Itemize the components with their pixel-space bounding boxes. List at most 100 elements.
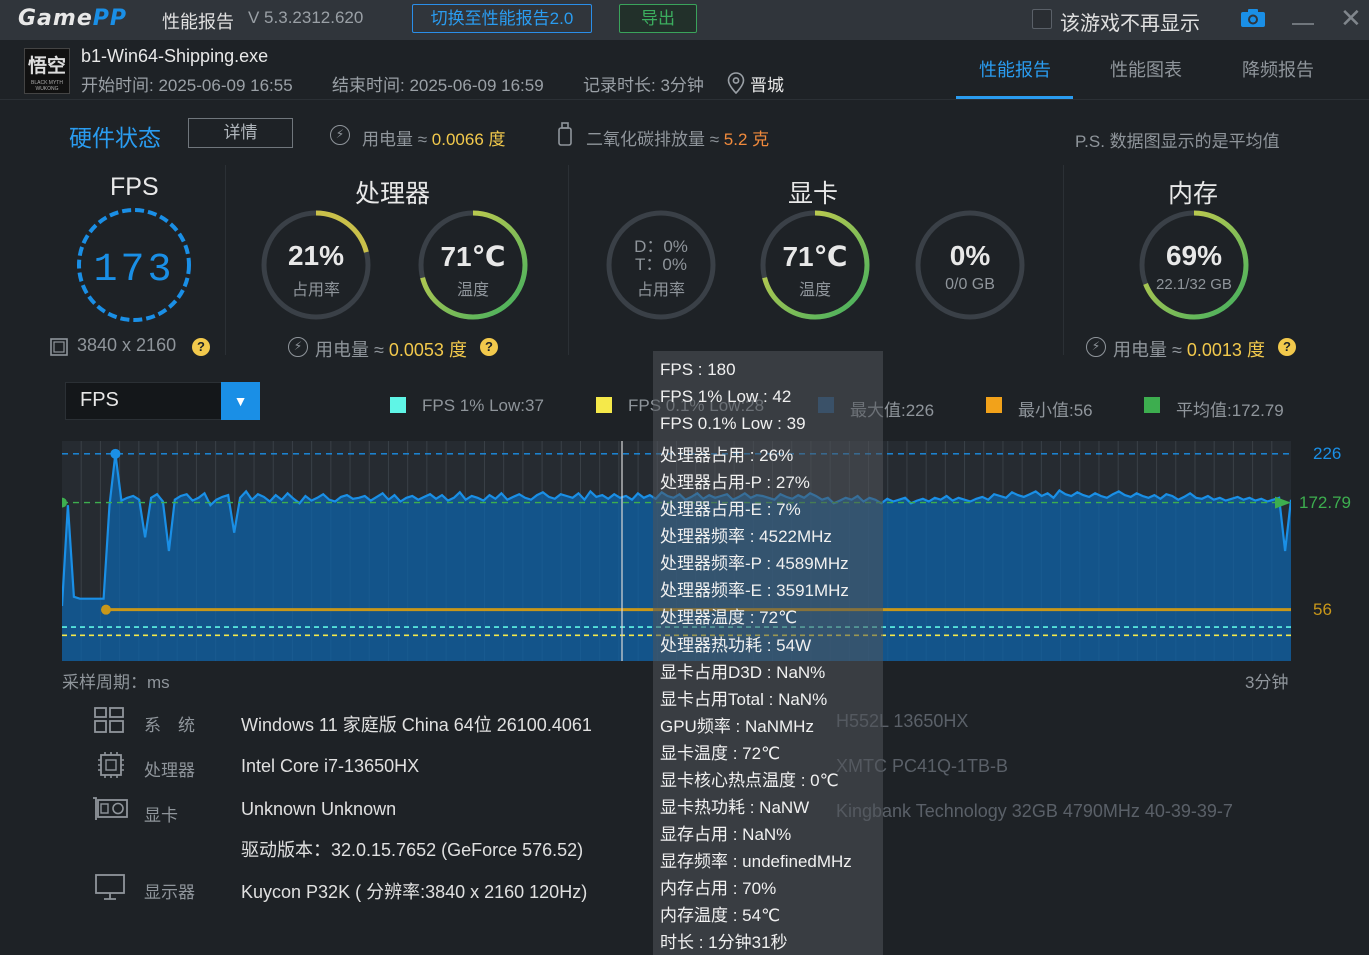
co2-icon xyxy=(558,122,572,146)
windows-system-icon xyxy=(94,707,124,733)
tooltip-line: GPU频率 : NaNMHz xyxy=(660,716,814,736)
gpu-temp-value: 71℃ xyxy=(782,241,848,272)
tooltip-line: 显卡核心热点温度 : 0℃ xyxy=(660,770,839,790)
cpu-usage-label: 占用率 xyxy=(291,282,340,299)
tab-throttle-report[interactable]: 降频报告 xyxy=(1242,56,1314,82)
memory-power-stat: 用电量 ≈ 0.0013 度 xyxy=(1113,340,1265,360)
tooltip-line: 处理器温度 : 72℃ xyxy=(660,608,798,628)
cpu-temp-value: 71℃ xyxy=(440,241,506,272)
window-title: 性能报告 xyxy=(162,12,234,32)
duration-axis-label: 3分钟 xyxy=(1245,673,1289,692)
driver-version: 驱动版本：32.0.15.7652 (GeForce 576.52) xyxy=(241,840,584,860)
gpu-label: 显卡 xyxy=(144,806,178,825)
cpu-usage-value: 21% xyxy=(287,240,345,271)
resolution-label: 3840 x 2160 xyxy=(77,335,177,355)
detail-button[interactable]: 详情 xyxy=(188,118,293,148)
version-label: V 5.3.2312.620 xyxy=(248,8,364,27)
section-divider xyxy=(568,165,569,355)
resolution-icon xyxy=(50,338,68,356)
tooltip-line: 处理器频率 : 4522MHz xyxy=(660,527,832,547)
tooltip-line: 处理器热功耗 : 54W xyxy=(660,635,812,655)
tooltip-line: 显卡占用Total : NaN% xyxy=(660,689,828,709)
close-icon[interactable]: ✕ xyxy=(1340,5,1362,31)
gpu-section-title: 显卡 xyxy=(788,180,839,208)
cpu-power-stat: 用电量 ≈ 0.0053 度 xyxy=(315,340,467,360)
camera-icon[interactable] xyxy=(1240,8,1266,28)
vram-usage-label: 0/0 GB xyxy=(945,276,995,293)
tooltip-line: 处理器占用-P : 27% xyxy=(660,473,810,493)
start-time: 开始时间: 2025-06-09 16:55 xyxy=(81,76,293,95)
tooltip-line: 内存温度 : 54℃ xyxy=(660,906,781,925)
ps-note: P.S. 数据图显示的是平均值 xyxy=(1075,132,1280,151)
tooltip-line: 显存占用 : NaN% xyxy=(660,824,792,844)
tooltip-line: FPS : 180 xyxy=(660,360,736,379)
help-icon[interactable]: ? xyxy=(480,338,498,356)
switch-report-button[interactable]: 切换至性能报告2.0 xyxy=(412,4,592,33)
no-show-checkbox[interactable] xyxy=(1032,9,1052,29)
tooltip-line: 显存频率 : undefinedMHz xyxy=(660,851,852,871)
no-show-label: 该游戏不再显示 xyxy=(1060,13,1200,35)
record-duration: 记录时长: 3分钟 xyxy=(583,76,704,95)
tooltip-line: 内存占用 : 70% xyxy=(660,878,777,898)
legend-swatch xyxy=(986,397,1002,413)
help-icon[interactable]: ? xyxy=(192,338,210,356)
dropdown-arrow-icon[interactable]: ▼ xyxy=(221,382,260,420)
gpu-value: Unknown Unknown xyxy=(241,799,397,819)
cpu-chip-icon xyxy=(98,752,124,778)
avg-value-label: 172.79 xyxy=(1299,492,1351,512)
help-icon[interactable]: ? xyxy=(1278,338,1296,356)
cpu-section-title: 处理器 xyxy=(355,180,431,208)
tooltip-line: 显卡热功耗 : NaNW xyxy=(660,797,810,817)
os-label: 系 统 xyxy=(144,716,195,735)
minimize-icon[interactable] xyxy=(1292,23,1314,25)
sample-period-label: 采样周期：ms xyxy=(62,673,170,692)
monitor-icon xyxy=(95,874,125,900)
game-exe-name: b1-Win64-Shipping.exe xyxy=(81,46,269,66)
legend-swatch xyxy=(390,397,406,413)
hardware-status-title: 硬件状态 xyxy=(69,125,161,151)
memory-usage-label: 22.1/32 GB xyxy=(1156,276,1232,293)
monitor-label: 显示器 xyxy=(144,883,195,902)
graphics-card-icon xyxy=(93,797,128,820)
min-value-label: 56 xyxy=(1313,599,1332,619)
gpu-t-usage: T：0% xyxy=(635,255,687,274)
power-icon: ⚡ xyxy=(330,125,350,145)
legend-min: 最小值:56 xyxy=(1018,401,1093,420)
end-time: 结束时间: 2025-06-09 16:59 xyxy=(332,76,544,95)
tooltip-line: 处理器频率-E : 3591MHz xyxy=(660,581,849,601)
export-button[interactable]: 导出 xyxy=(619,4,697,33)
legend-swatch xyxy=(1144,397,1160,413)
vram-usage-value: 0% xyxy=(949,240,991,271)
fps-gauge-value: 173 xyxy=(93,248,174,293)
tooltip-line: 显卡占用D3D : NaN% xyxy=(660,662,826,682)
power-icon: ⚡ xyxy=(288,337,308,357)
cpu-value: Intel Core i7-13650HX xyxy=(241,756,420,776)
section-divider xyxy=(1063,165,1064,355)
tooltip-line: 处理器频率-P : 4589MHz xyxy=(660,554,849,574)
monitor-value: Kuycon P32K ( 分辨率:3840 x 2160 120Hz) xyxy=(241,882,588,902)
location-icon xyxy=(727,72,745,94)
tooltip-line: FPS 0.1% Low : 39 xyxy=(660,414,806,434)
city-label: 晋城 xyxy=(750,76,784,95)
max-marker xyxy=(110,448,121,459)
cpu-label: 处理器 xyxy=(144,761,195,780)
gpu-temp-label: 温度 xyxy=(798,282,831,299)
legend-swatch xyxy=(596,397,612,413)
fps-section-title: FPS xyxy=(110,173,159,201)
fps-gauge: 173 xyxy=(77,208,191,322)
os-value: Windows 11 家庭版 China 64位 26100.4061 xyxy=(241,715,592,735)
tooltip-line: 显卡温度 : 72℃ xyxy=(660,743,781,763)
co2-stat: 二氧化碳排放量 ≈ 5.2 克 xyxy=(586,130,770,149)
tab-performance-report[interactable]: 性能报告 xyxy=(979,56,1051,82)
tab-performance-chart[interactable]: 性能图表 xyxy=(1110,56,1182,82)
memory-section-title: 内存 xyxy=(1168,180,1219,208)
legend-avg: 平均值:172.79 xyxy=(1176,401,1284,420)
legend-fps-1pct-low: FPS 1% Low:37 xyxy=(422,396,544,415)
gpu-usage-label: 占用率 xyxy=(636,282,685,299)
cpu-temp-label: 温度 xyxy=(456,282,489,299)
total-power-stat: 用电量 ≈ 0.0066 度 xyxy=(362,130,506,149)
memory-usage-value: 69% xyxy=(1165,240,1223,271)
metric-select-value: FPS xyxy=(80,389,119,411)
tooltip-line: FPS 1% Low : 42 xyxy=(660,387,792,407)
power-icon: ⚡ xyxy=(1086,337,1106,357)
